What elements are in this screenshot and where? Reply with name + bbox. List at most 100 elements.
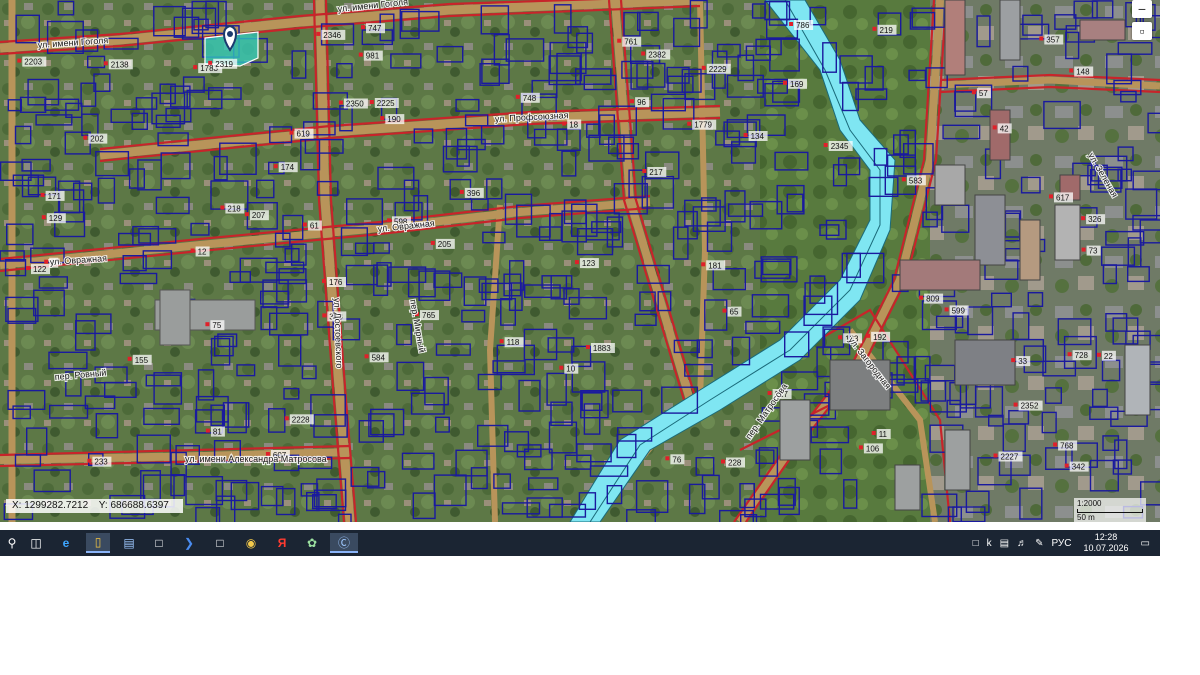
svg-text:129: 129	[49, 214, 63, 223]
svg-text:134: 134	[751, 132, 765, 141]
svg-text:11: 11	[879, 430, 888, 439]
system-clock[interactable]: 12:28 10.07.2026	[1084, 532, 1129, 554]
svg-text:18: 18	[569, 121, 578, 130]
zoom-control: −	[1132, 0, 1152, 18]
document-icon[interactable]: □	[147, 533, 171, 553]
svg-text:205: 205	[438, 240, 452, 249]
cadastral-map[interactable]: 190 617 134 326 205 728 765 786 33 57 174 599 583 584…	[0, 0, 1160, 522]
language-indicator[interactable]: РУС	[1051, 538, 1071, 549]
svg-text:728: 728	[1075, 351, 1089, 360]
svg-text:218: 218	[227, 205, 241, 214]
svg-text:357: 357	[1046, 36, 1060, 45]
search-icon[interactable]: ⚲	[0, 533, 24, 553]
svg-text:118: 118	[507, 338, 520, 347]
layers-icon[interactable]: ▫	[1132, 22, 1152, 40]
layers-control: ▫	[1132, 22, 1152, 40]
svg-text:81: 81	[213, 428, 222, 437]
zoom-out-button[interactable]: −	[1132, 0, 1152, 18]
svg-text:192: 192	[873, 333, 887, 342]
svg-text:326: 326	[1088, 215, 1102, 224]
svg-text:12: 12	[198, 248, 207, 257]
volume-icon[interactable]: ♬	[1017, 538, 1027, 549]
clock-time: 12:28	[1094, 532, 1118, 542]
svg-text:2382: 2382	[648, 51, 666, 60]
windows-taskbar: ⚲ ◫ e ▯ ▤ □ ❯ □ ◉ Я ✿ Ⓒ □ k ▤ ♬ ✎ РУС 12…	[0, 530, 1160, 556]
svg-text:2228: 2228	[292, 415, 310, 424]
network-tray-icon[interactable]: ▤	[1000, 538, 1009, 549]
network-icon[interactable]: ▤	[117, 533, 141, 553]
svg-text:181: 181	[708, 261, 722, 270]
x-coordinate: X: 1299282.7212	[12, 500, 89, 511]
svg-text:202: 202	[90, 135, 104, 144]
svg-text:396: 396	[467, 189, 481, 198]
coordinate-readout: X: 1299282.7212 Y: 686688.6397	[6, 499, 183, 513]
svg-text:176: 176	[329, 278, 343, 287]
svg-text:2345: 2345	[831, 142, 849, 151]
svg-text:2138: 2138	[111, 60, 129, 69]
svg-text:217: 217	[649, 168, 663, 177]
svg-text:2225: 2225	[377, 99, 395, 108]
street-label: ул. имени Александра Матросова	[185, 454, 327, 464]
svg-text:809: 809	[926, 295, 940, 304]
scale-bar: 1:2000 50 m	[1074, 498, 1146, 522]
notifications-tray-icon[interactable]: □	[973, 538, 979, 549]
document-icon[interactable]: □	[208, 533, 232, 553]
scale-ratio: 1:2000	[1077, 499, 1102, 508]
powershell-icon[interactable]: ❯	[177, 533, 201, 553]
action-center-icon[interactable]: ▭	[1141, 538, 1150, 549]
svg-text:171: 171	[48, 192, 62, 201]
satellite-icon[interactable]: ✿	[300, 533, 324, 553]
svg-text:2352: 2352	[1021, 402, 1039, 411]
svg-text:148: 148	[1076, 68, 1090, 77]
svg-text:748: 748	[523, 94, 537, 103]
svg-text:207: 207	[252, 211, 266, 220]
svg-text:761: 761	[624, 38, 638, 47]
svg-text:228: 228	[728, 459, 742, 468]
svg-text:2319: 2319	[215, 60, 233, 69]
edge-icon[interactable]: e	[54, 533, 78, 553]
svg-text:2346: 2346	[323, 31, 341, 40]
pen-icon[interactable]: ✎	[1035, 538, 1043, 549]
active-app-icon[interactable]: Ⓒ	[330, 533, 358, 553]
svg-text:617: 617	[1056, 193, 1070, 202]
task-view-icon[interactable]: ◫	[24, 533, 48, 553]
svg-text:2350: 2350	[346, 100, 364, 109]
svg-text:2203: 2203	[24, 58, 42, 67]
svg-text:33: 33	[1018, 357, 1027, 366]
yandex-icon[interactable]: Я	[270, 533, 294, 553]
svg-text:584: 584	[372, 353, 386, 362]
svg-text:106: 106	[866, 444, 880, 453]
svg-text:747: 747	[368, 24, 382, 33]
svg-text:65: 65	[730, 308, 739, 317]
svg-text:155: 155	[135, 356, 149, 365]
k-icon[interactable]: k	[987, 538, 992, 549]
svg-text:190: 190	[387, 115, 401, 124]
svg-text:219: 219	[880, 26, 894, 35]
svg-text:123: 123	[582, 259, 596, 268]
svg-text:765: 765	[422, 311, 436, 320]
svg-text:1883: 1883	[593, 344, 611, 353]
y-coordinate: Y: 686688.6397	[98, 500, 169, 511]
svg-text:96: 96	[637, 98, 646, 107]
svg-text:61: 61	[310, 222, 319, 231]
clock-date: 10.07.2026	[1083, 543, 1129, 553]
svg-text:42: 42	[1000, 124, 1009, 133]
svg-text:342: 342	[1072, 463, 1086, 472]
svg-text:619: 619	[297, 130, 311, 139]
svg-text:583: 583	[909, 176, 923, 185]
svg-text:599: 599	[952, 306, 966, 315]
svg-text:174: 174	[281, 163, 295, 172]
svg-text:2229: 2229	[709, 65, 727, 74]
file-explorer-icon[interactable]: ▯	[86, 533, 110, 553]
scale-distance: 50 m	[1077, 513, 1095, 522]
svg-text:122: 122	[33, 265, 47, 274]
svg-text:76: 76	[672, 455, 681, 464]
svg-text:75: 75	[212, 321, 221, 330]
map-canvas[interactable]: 190 617 134 326 205 728 765 786 33 57 174 599 583 584…	[0, 0, 1160, 522]
svg-text:22: 22	[1104, 352, 1113, 361]
svg-text:768: 768	[1060, 442, 1074, 451]
svg-text:73: 73	[1089, 247, 1098, 256]
yandex-browser-icon[interactable]: ◉	[239, 533, 263, 553]
svg-text:786: 786	[796, 21, 810, 30]
svg-text:2227: 2227	[1001, 453, 1019, 462]
